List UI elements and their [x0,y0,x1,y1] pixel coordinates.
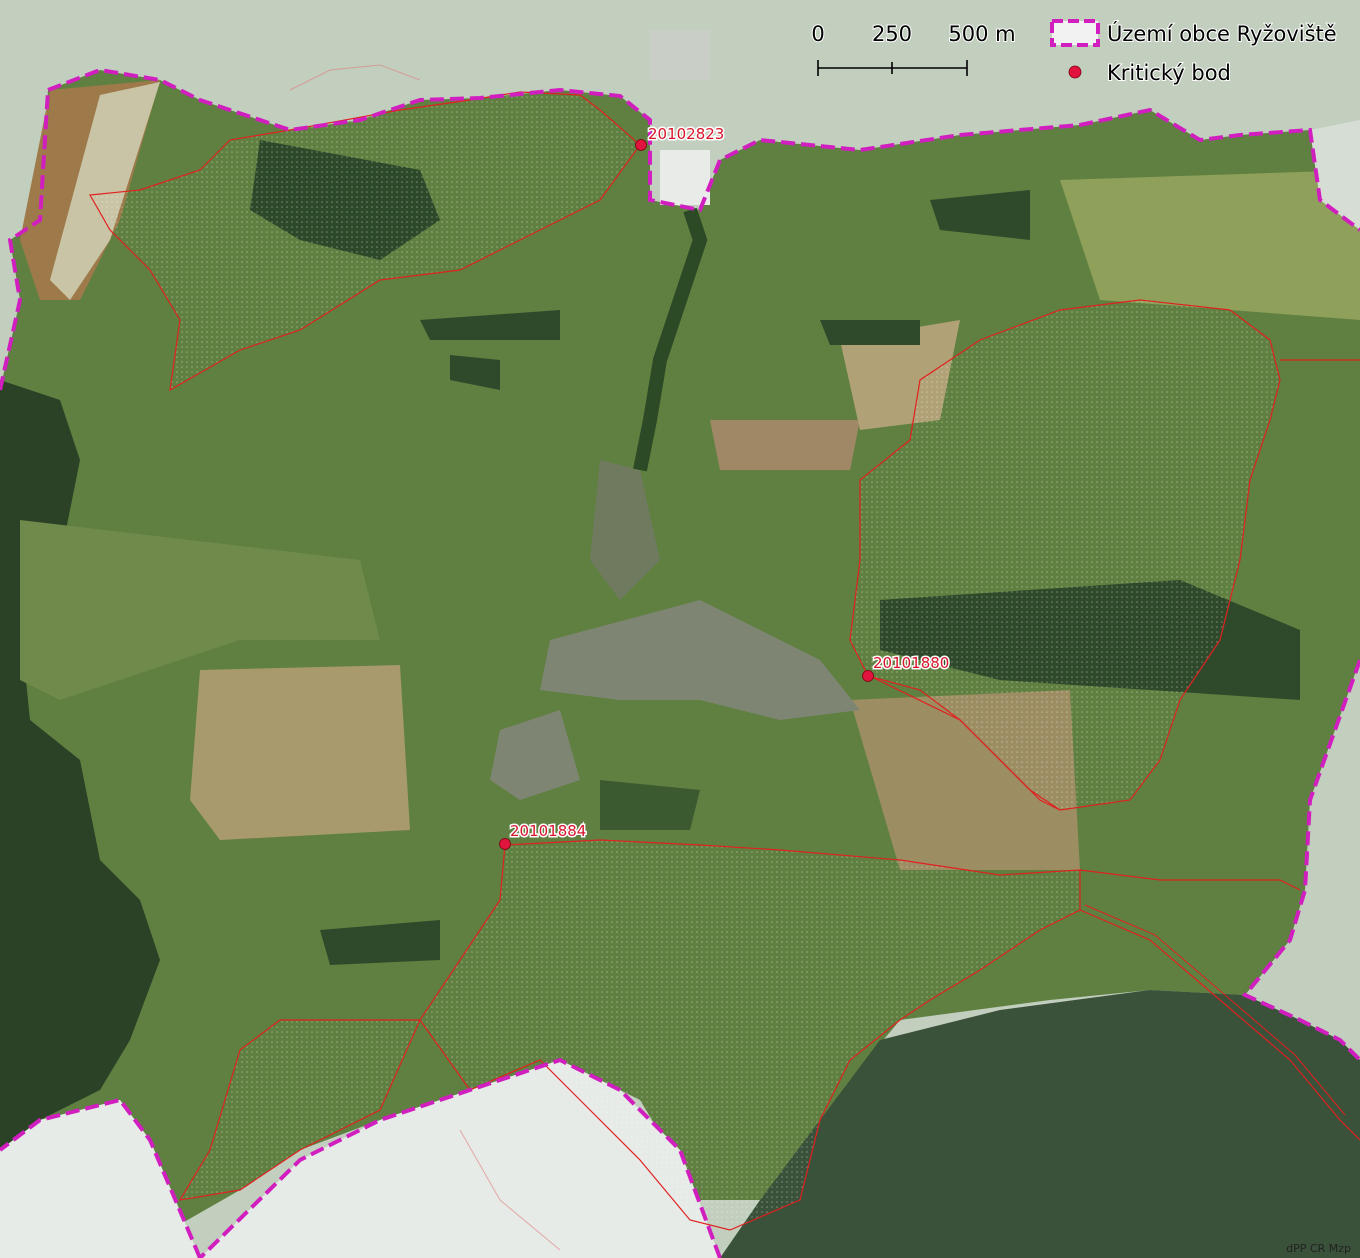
map-canvas[interactable]: 20102823 20101880 20101884 0 250 500 m Ú… [0,0,1360,1258]
critical-point-marker[interactable] [635,139,647,151]
legend-label-boundary: Území obce Ryžoviště [1107,21,1337,46]
critical-point-label: 20101880 [873,654,949,672]
farm-buildings [650,30,710,80]
map-credit: dPP CR Mzp [1286,1242,1351,1255]
critical-point-label: 20102823 [648,125,724,143]
critical-point-marker[interactable] [862,670,874,682]
scale-tick-label-500: 500 m [948,22,1015,46]
legend-point-swatch [1068,65,1082,79]
critical-point-marker[interactable] [499,838,511,850]
critical-point-label: 20101884 [510,822,586,840]
scale-tick-label-0: 0 [811,22,824,46]
scale-tick-label-250: 250 [872,22,912,46]
map-svg: 20102823 20101880 20101884 0 250 500 m Ú… [0,0,1360,1258]
farm-yard [660,150,710,205]
legend-boundary-swatch [1050,19,1100,47]
legend-label-point: Kritický bod [1107,61,1231,85]
